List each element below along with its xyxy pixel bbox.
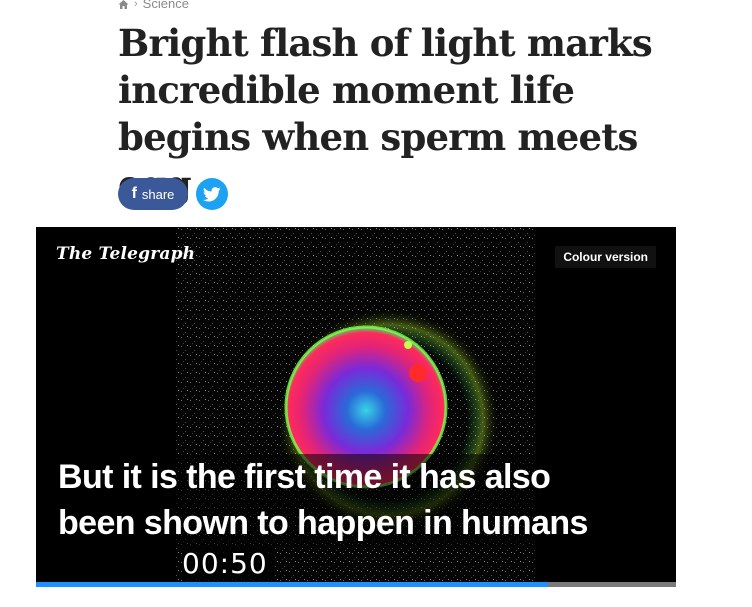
breadcrumb: › Science: [118, 0, 189, 11]
facebook-share-button[interactable]: f share: [118, 178, 188, 210]
video-player[interactable]: The Telegraph Colour version But it is t…: [36, 227, 676, 587]
caption-line-1: But it is the first time it has also: [48, 454, 561, 500]
facebook-icon: f: [131, 185, 137, 202]
headline-line-1: Bright flash of light marks: [118, 21, 653, 65]
breadcrumb-separator: ›: [134, 0, 138, 10]
facebook-share-label: share: [141, 186, 175, 202]
share-buttons: f share: [118, 178, 228, 210]
home-icon[interactable]: [118, 0, 129, 9]
caption-line-2: been shown to happen in humans: [48, 500, 598, 546]
video-timestamp: 00:50: [182, 547, 274, 581]
twitter-bird-icon: [203, 186, 221, 201]
headline-line-2: incredible moment life: [118, 68, 575, 112]
twitter-share-button[interactable]: [196, 178, 228, 210]
telegraph-logo: The Telegraph: [56, 244, 196, 264]
video-progress-fill: [36, 582, 548, 587]
video-progress-bar[interactable]: [36, 582, 676, 587]
colour-version-badge: Colour version: [555, 246, 656, 268]
video-caption: But it is the first time it has also bee…: [48, 454, 598, 546]
breadcrumb-section-link[interactable]: Science: [143, 0, 189, 11]
